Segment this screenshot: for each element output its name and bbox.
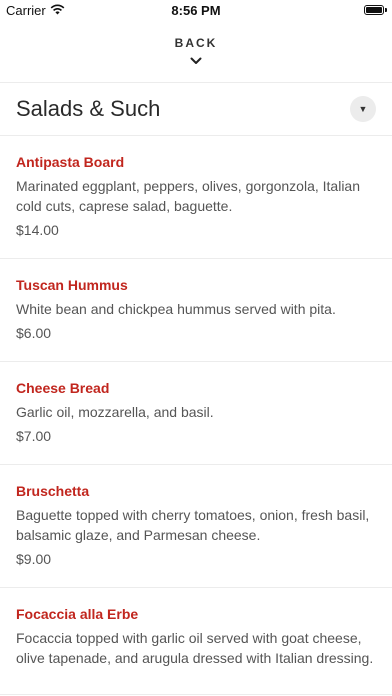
section-header: Salads & Such ▼ <box>0 83 392 136</box>
item-price: $9.00 <box>16 551 52 567</box>
item-name: Cheese Bread <box>16 380 110 396</box>
item-description: Marinated eggplant, peppers, olives, gor… <box>16 178 360 214</box>
status-time: 8:56 PM <box>171 3 221 18</box>
item-name: Tuscan Hummus <box>16 277 128 293</box>
status-bar: Carrier 8:56 PM <box>0 0 392 22</box>
item-price: $6.00 <box>16 325 52 341</box>
item-price: $14.00 <box>16 222 59 238</box>
section-dropdown-button[interactable]: ▼ <box>350 96 376 122</box>
item-description: Baguette topped with cherry tomatoes, on… <box>16 507 370 543</box>
item-description: White bean and chickpea hummus served wi… <box>16 301 336 317</box>
menu-list: Antipasta Board Marinated eggplant, pepp… <box>0 136 392 695</box>
menu-item[interactable]: Cheese Bread Garlic oil, mozzarella, and… <box>0 362 392 465</box>
section-title: Salads & Such <box>16 96 161 121</box>
item-name: Antipasta Board <box>16 154 125 170</box>
item-description: Garlic oil, mozzarella, and basil. <box>16 404 214 420</box>
menu-item[interactable]: Tuscan Hummus White bean and chickpea hu… <box>0 259 392 362</box>
item-name: Focaccia alla Erbe <box>16 606 139 622</box>
menu-item[interactable]: Bruschetta Baguette topped with cherry t… <box>0 465 392 588</box>
battery-icon <box>364 5 387 15</box>
caret-down-icon: ▼ <box>358 104 368 114</box>
item-name: Bruschetta <box>16 483 90 499</box>
chevron-down-icon <box>190 52 202 70</box>
menu-item[interactable]: Antipasta Board Marinated eggplant, pepp… <box>0 136 392 259</box>
back-label: BACK <box>174 36 218 50</box>
item-price: $7.00 <box>16 428 52 444</box>
back-button[interactable]: BACK <box>0 22 392 83</box>
menu-item[interactable]: Focaccia alla Erbe Focaccia topped with … <box>0 588 392 695</box>
item-description: Focaccia topped with garlic oil served w… <box>16 630 374 666</box>
